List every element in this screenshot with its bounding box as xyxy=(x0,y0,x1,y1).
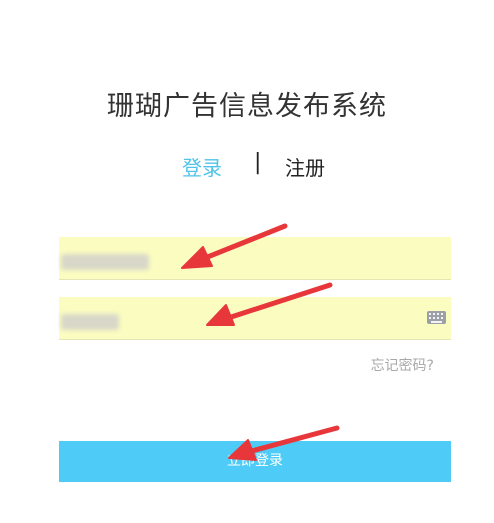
tab-register[interactable]: 注册 xyxy=(285,152,325,181)
username-input[interactable] xyxy=(59,237,451,280)
redacted-password-value xyxy=(61,314,119,330)
tab-login[interactable]: 登录 xyxy=(182,152,222,181)
tab-separator: | xyxy=(254,150,262,175)
forgot-password-link[interactable]: 忘记密码? xyxy=(371,355,434,375)
auth-tabs: 登录 | 注册 xyxy=(0,150,494,182)
redacted-username-value xyxy=(61,254,149,270)
password-input[interactable] xyxy=(59,297,451,340)
page-title: 珊瑚广告信息发布系统 xyxy=(107,91,387,122)
login-submit-button[interactable]: 立即登录 xyxy=(59,441,451,482)
keyboard-icon[interactable] xyxy=(427,311,446,324)
